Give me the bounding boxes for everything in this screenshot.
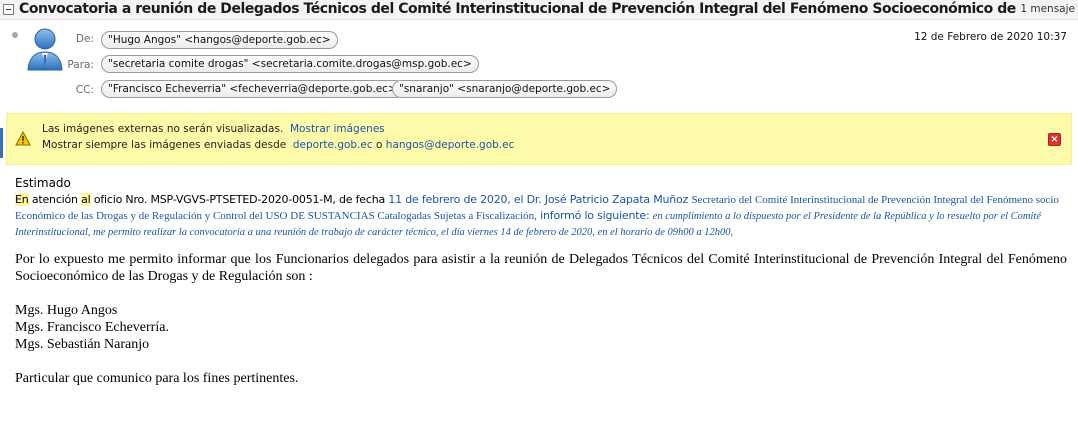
warning-text: Las imágenes externas no serán visualiza… <box>42 123 284 135</box>
cc-chip-echeverria[interactable]: "Francisco Echeverria" <fecheverria@depo… <box>101 80 404 98</box>
always-show-sender-link[interactable]: hangos@deporte.gob.ec <box>386 139 515 151</box>
external-images-warning: Las imágenes externas no serán visualiza… <box>6 113 1072 165</box>
paragraph-2: Por lo expuesto me permito informar que … <box>15 252 1067 284</box>
warning-line-1: Las imágenes externas no serán visualiza… <box>42 123 385 135</box>
p1-segment-e: 11 de febrero de 2020, el Dr. José Patri… <box>388 193 692 206</box>
or-text: o <box>376 139 383 151</box>
message-body: Estimado En atención al oficio Nro. MSP-… <box>15 176 1067 387</box>
from-label: De: <box>75 33 94 45</box>
message-count: 1 mensaje <box>1020 3 1075 15</box>
show-images-link[interactable]: Mostrar imágenes <box>290 123 385 135</box>
delegate-name: Mgs. Francisco Echeverría. <box>15 320 169 335</box>
p1-segment-g: informó lo siguiente: <box>536 209 653 222</box>
to-chip[interactable]: "secretaria comite drogas" <secretaria.c… <box>101 55 479 73</box>
always-show-text: Mostrar siempre las imágenes enviadas de… <box>42 139 287 151</box>
thread-subject: Convocatoria a reunión de Delegados Técn… <box>19 1 1019 17</box>
p1-segment-c: al <box>81 193 91 206</box>
warning-line-2: Mostrar siempre las imágenes enviadas de… <box>42 139 514 151</box>
p1-segment-d: oficio Nro. MSP-VGVS-PTSETED-2020-0051-M… <box>90 193 389 206</box>
thread-header: Convocatoria a reunión de Delegados Técn… <box>0 0 1078 20</box>
paragraph-1: En atención al oficio Nro. MSP-VGVS-PTSE… <box>15 192 1067 240</box>
delegate-name: Mgs. Sebastián Naranjo <box>15 337 150 352</box>
cc-chip-snaranjo[interactable]: "snaranjo" <snaranjo@deporte.gob.ec> <box>392 80 618 98</box>
delegate-name: Mgs. Hugo Angos <box>15 303 118 318</box>
greeting: Estimado <box>15 176 71 190</box>
p1-segment-b: atención <box>28 193 82 206</box>
to-label: Para: <box>67 59 94 71</box>
closing-line: Particular que comunico para los fines p… <box>15 371 299 386</box>
unread-dot-icon <box>12 32 18 38</box>
close-icon[interactable]: × <box>1048 133 1061 146</box>
delegate-list: Mgs. Hugo Angos Mgs. Francisco Echeverrí… <box>15 302 1067 353</box>
cc-label: CC: <box>75 84 94 96</box>
warning-icon <box>15 131 31 146</box>
p1-segment-a: En <box>15 193 29 206</box>
collapse-icon[interactable] <box>3 4 14 15</box>
selection-marker <box>0 128 3 158</box>
from-chip[interactable]: "Hugo Angos" <hangos@deporte.gob.ec> <box>101 31 338 49</box>
always-show-domain-link[interactable]: deporte.gob.ec <box>293 139 373 151</box>
message-date: 12 de Febrero de 2020 10:37 <box>914 31 1067 43</box>
